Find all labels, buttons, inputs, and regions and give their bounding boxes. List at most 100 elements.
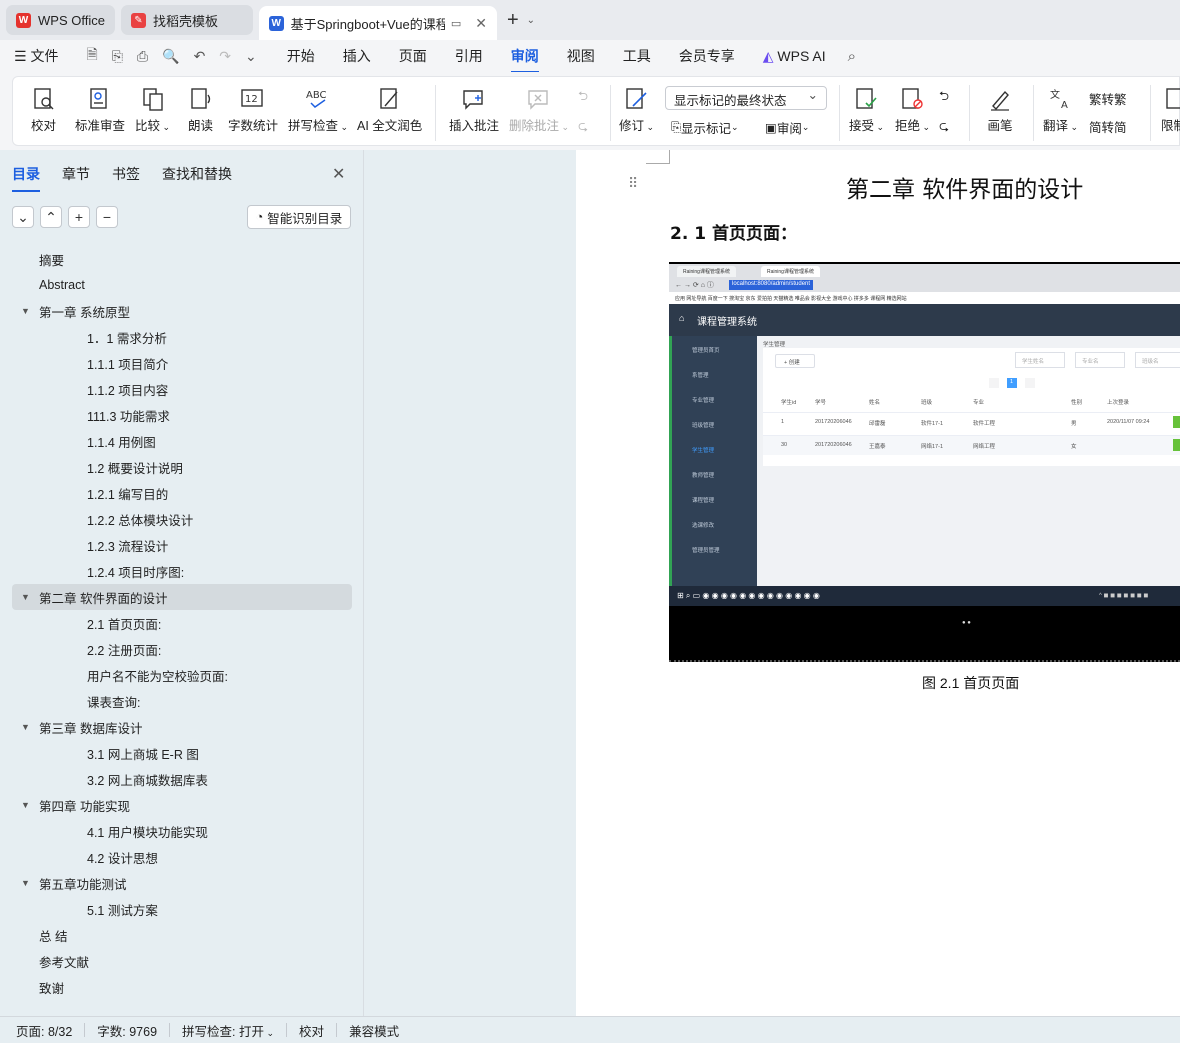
toc-item[interactable]: 2.1 首页页面: xyxy=(12,610,352,636)
drag-handle-icon[interactable]: ⠿ xyxy=(628,175,638,192)
menu-tools[interactable]: 工具 xyxy=(623,46,651,66)
add-heading-icon[interactable]: + xyxy=(68,206,90,228)
menu-view[interactable]: 视图 xyxy=(567,46,595,66)
toc-item[interactable]: 总 结 xyxy=(12,922,352,948)
remove-heading-icon[interactable]: − xyxy=(96,206,118,228)
toc-item[interactable]: 4.2 设计思想 xyxy=(12,844,352,870)
chevron-down-icon[interactable]: ⌄ xyxy=(527,15,535,26)
toc-item[interactable]: ▼ 第二章 软件界面的设计 xyxy=(12,584,352,610)
wps-ai-button[interactable]: ◭ WPS AI xyxy=(763,48,826,65)
show-markup-button[interactable]: ⎘ 显示标记 ⌄ xyxy=(671,118,739,137)
print-preview-icon[interactable]: 🔍 xyxy=(162,48,179,65)
toc-item[interactable]: ▼ 第一章 系统原型 xyxy=(12,298,352,324)
compare-button[interactable]: 比较 ⌄ xyxy=(135,83,170,134)
standard-review-button[interactable]: 标准审查 xyxy=(75,83,125,134)
toc-item[interactable]: 3.1 网上商城 E-R 图 xyxy=(12,740,352,766)
delete-comment-button[interactable]: 删除批注 ⌄ xyxy=(509,83,569,134)
toc-item[interactable]: 2.2 注册页面: xyxy=(12,636,352,662)
review-pane-button[interactable]: ▣ 审阅 ⌄ xyxy=(765,118,809,137)
tab-sections[interactable]: 章节 xyxy=(62,164,90,184)
toc-item[interactable]: 3.2 网上商城数据库表 xyxy=(12,766,352,792)
menu-references[interactable]: 引用 xyxy=(455,46,483,66)
toc-item[interactable]: 1.2.2 总体模块设计 xyxy=(12,506,352,532)
menu-member[interactable]: 会员专享 xyxy=(679,46,735,66)
toc-item[interactable]: 1.1.2 项目内容 xyxy=(12,376,352,402)
tab-toc[interactable]: 目录 xyxy=(12,164,40,192)
app-sidebar-item: 管理员首页 xyxy=(692,348,720,354)
page-count[interactable]: 页面: 8/32 xyxy=(16,1021,72,1040)
accept-button[interactable]: 接受 ⌄ xyxy=(849,83,884,134)
collapse-up-icon[interactable]: ⌃ xyxy=(40,206,62,228)
menu-insert[interactable]: 插入 xyxy=(343,46,371,66)
word-count-button[interactable]: 12 字数统计 xyxy=(228,83,278,134)
word-count[interactable]: 字数: 9769 xyxy=(97,1021,157,1040)
toc-item[interactable]: 1．1 需求分析 xyxy=(12,324,352,350)
to-traditional-button[interactable]: 繁 转繁 xyxy=(1089,89,1127,108)
export-icon[interactable]: ⎘ xyxy=(112,48,123,65)
previous-change-icon[interactable]: ⮌ xyxy=(939,87,949,108)
search-icon[interactable]: ⌕ xyxy=(848,48,856,65)
spell-check-status[interactable]: 拼写检查: 打开 ⌄ xyxy=(182,1021,274,1040)
app-sidebar: 管理员首页 系管理 专业管理 班级管理 学生管理 教师管理 课程管理 选课修改 管理员管理 xyxy=(669,336,757,586)
smart-toc-button[interactable]: ◔ 智能识别目录 xyxy=(247,205,351,229)
tab-current-document[interactable]: W 基于Springboot+Vue的课程 ▭ ✕ xyxy=(258,6,497,40)
toc-item[interactable]: ▼ 第五章功能测试 xyxy=(12,870,352,896)
toc-item[interactable]: ▼ 第四章 功能实现 xyxy=(12,792,352,818)
toc-item[interactable]: 摘要 xyxy=(12,246,352,272)
redo-icon[interactable]: ↷ xyxy=(219,48,231,65)
next-change-icon[interactable]: ⮎ xyxy=(939,117,949,138)
ai-polish-button[interactable]: AI 全文润色 xyxy=(357,83,422,134)
toc-item[interactable]: 用户名不能为空校验页面: xyxy=(12,662,352,688)
expand-triangle-icon[interactable]: ▼ xyxy=(12,306,39,316)
toc-item[interactable]: 1.2 概要设计说明 xyxy=(12,454,352,480)
toc-item[interactable]: 1.1.1 项目简介 xyxy=(12,350,352,376)
tab-docer-templates[interactable]: ✎ 找稻壳模板 xyxy=(120,5,253,35)
toc-item[interactable]: Abstract xyxy=(12,272,352,298)
toc-item[interactable]: 111.3 功能需求 xyxy=(12,402,352,428)
expand-triangle-icon[interactable]: ▼ xyxy=(12,592,39,602)
spell-check-button[interactable]: ABC 拼写检查 ⌄ xyxy=(288,83,348,134)
toc-item[interactable]: 1.2.4 项目时序图: xyxy=(12,558,352,584)
tab-wps-office[interactable]: W WPS Office xyxy=(6,5,115,35)
toc-item[interactable]: ▼ 第三章 数据库设计 xyxy=(12,714,352,740)
file-menu[interactable]: ☰ 文件 xyxy=(14,46,58,66)
previous-comment-icon[interactable]: ⮌ xyxy=(578,87,588,108)
print-icon[interactable]: ⎙ xyxy=(137,48,148,65)
new-tab-icon[interactable]: + xyxy=(507,9,519,32)
menu-page[interactable]: 页面 xyxy=(399,46,427,66)
expand-triangle-icon[interactable]: ▼ xyxy=(12,722,39,732)
toc-item[interactable]: 1.2.3 流程设计 xyxy=(12,532,352,558)
expand-triangle-icon[interactable]: ▼ xyxy=(12,800,39,810)
proofread-button[interactable]: 校对 xyxy=(31,83,56,134)
chevron-down-icon[interactable]: ⌄ xyxy=(245,48,257,65)
expand-triangle-icon[interactable]: ▼ xyxy=(12,878,39,888)
close-icon[interactable]: ✕ xyxy=(475,15,487,32)
close-icon[interactable]: ✕ xyxy=(332,164,345,184)
restrict-editing-button[interactable]: 限制 xyxy=(1161,83,1180,134)
tab-bookmarks[interactable]: 书签 xyxy=(112,164,140,184)
toc-item[interactable]: 1.1.4 用例图 xyxy=(12,428,352,454)
expand-down-icon[interactable]: ⌄ xyxy=(12,206,34,228)
menu-review[interactable]: 审阅 xyxy=(510,46,539,73)
translate-button[interactable]: 文 A 翻译 ⌄ xyxy=(1043,83,1078,134)
save-icon[interactable]: 🗎 xyxy=(86,44,97,68)
tab-find-replace[interactable]: 查找和替换 xyxy=(162,164,232,184)
embedded-screenshot-figure[interactable]: Raining课程管理系统 Raining课程管理系统 ← → ⟳ ⌂ ⓘ lo… xyxy=(669,262,1180,662)
next-comment-icon[interactable]: ⮎ xyxy=(578,117,588,138)
track-changes-button[interactable]: 修订 ⌄ xyxy=(619,83,654,134)
toc-item[interactable]: 5.1 测试方案 xyxy=(12,896,352,922)
reject-button[interactable]: 拒绝 ⌄ xyxy=(895,83,930,134)
markup-display-select[interactable]: 显示标记的最终状态 xyxy=(665,86,827,110)
to-simplified-button[interactable]: 简 转简 xyxy=(1089,117,1127,136)
proofread-status[interactable]: 校对 xyxy=(299,1021,324,1040)
menu-home[interactable]: 开始 xyxy=(287,46,315,66)
pen-button[interactable]: 画笔 xyxy=(987,83,1013,134)
insert-comment-button[interactable]: 插入批注 xyxy=(449,83,499,134)
toc-item[interactable]: 致谢 xyxy=(12,974,352,1000)
toc-item[interactable]: 参考文献 xyxy=(12,948,352,974)
toc-item[interactable]: 课表查询: xyxy=(12,688,352,714)
undo-icon[interactable]: ↶ xyxy=(194,48,206,65)
toc-item[interactable]: 1.2.1 编写目的 xyxy=(12,480,352,506)
toc-item[interactable]: 4.1 用户模块功能实现 xyxy=(12,818,352,844)
read-aloud-button[interactable]: 朗读 xyxy=(188,83,213,134)
